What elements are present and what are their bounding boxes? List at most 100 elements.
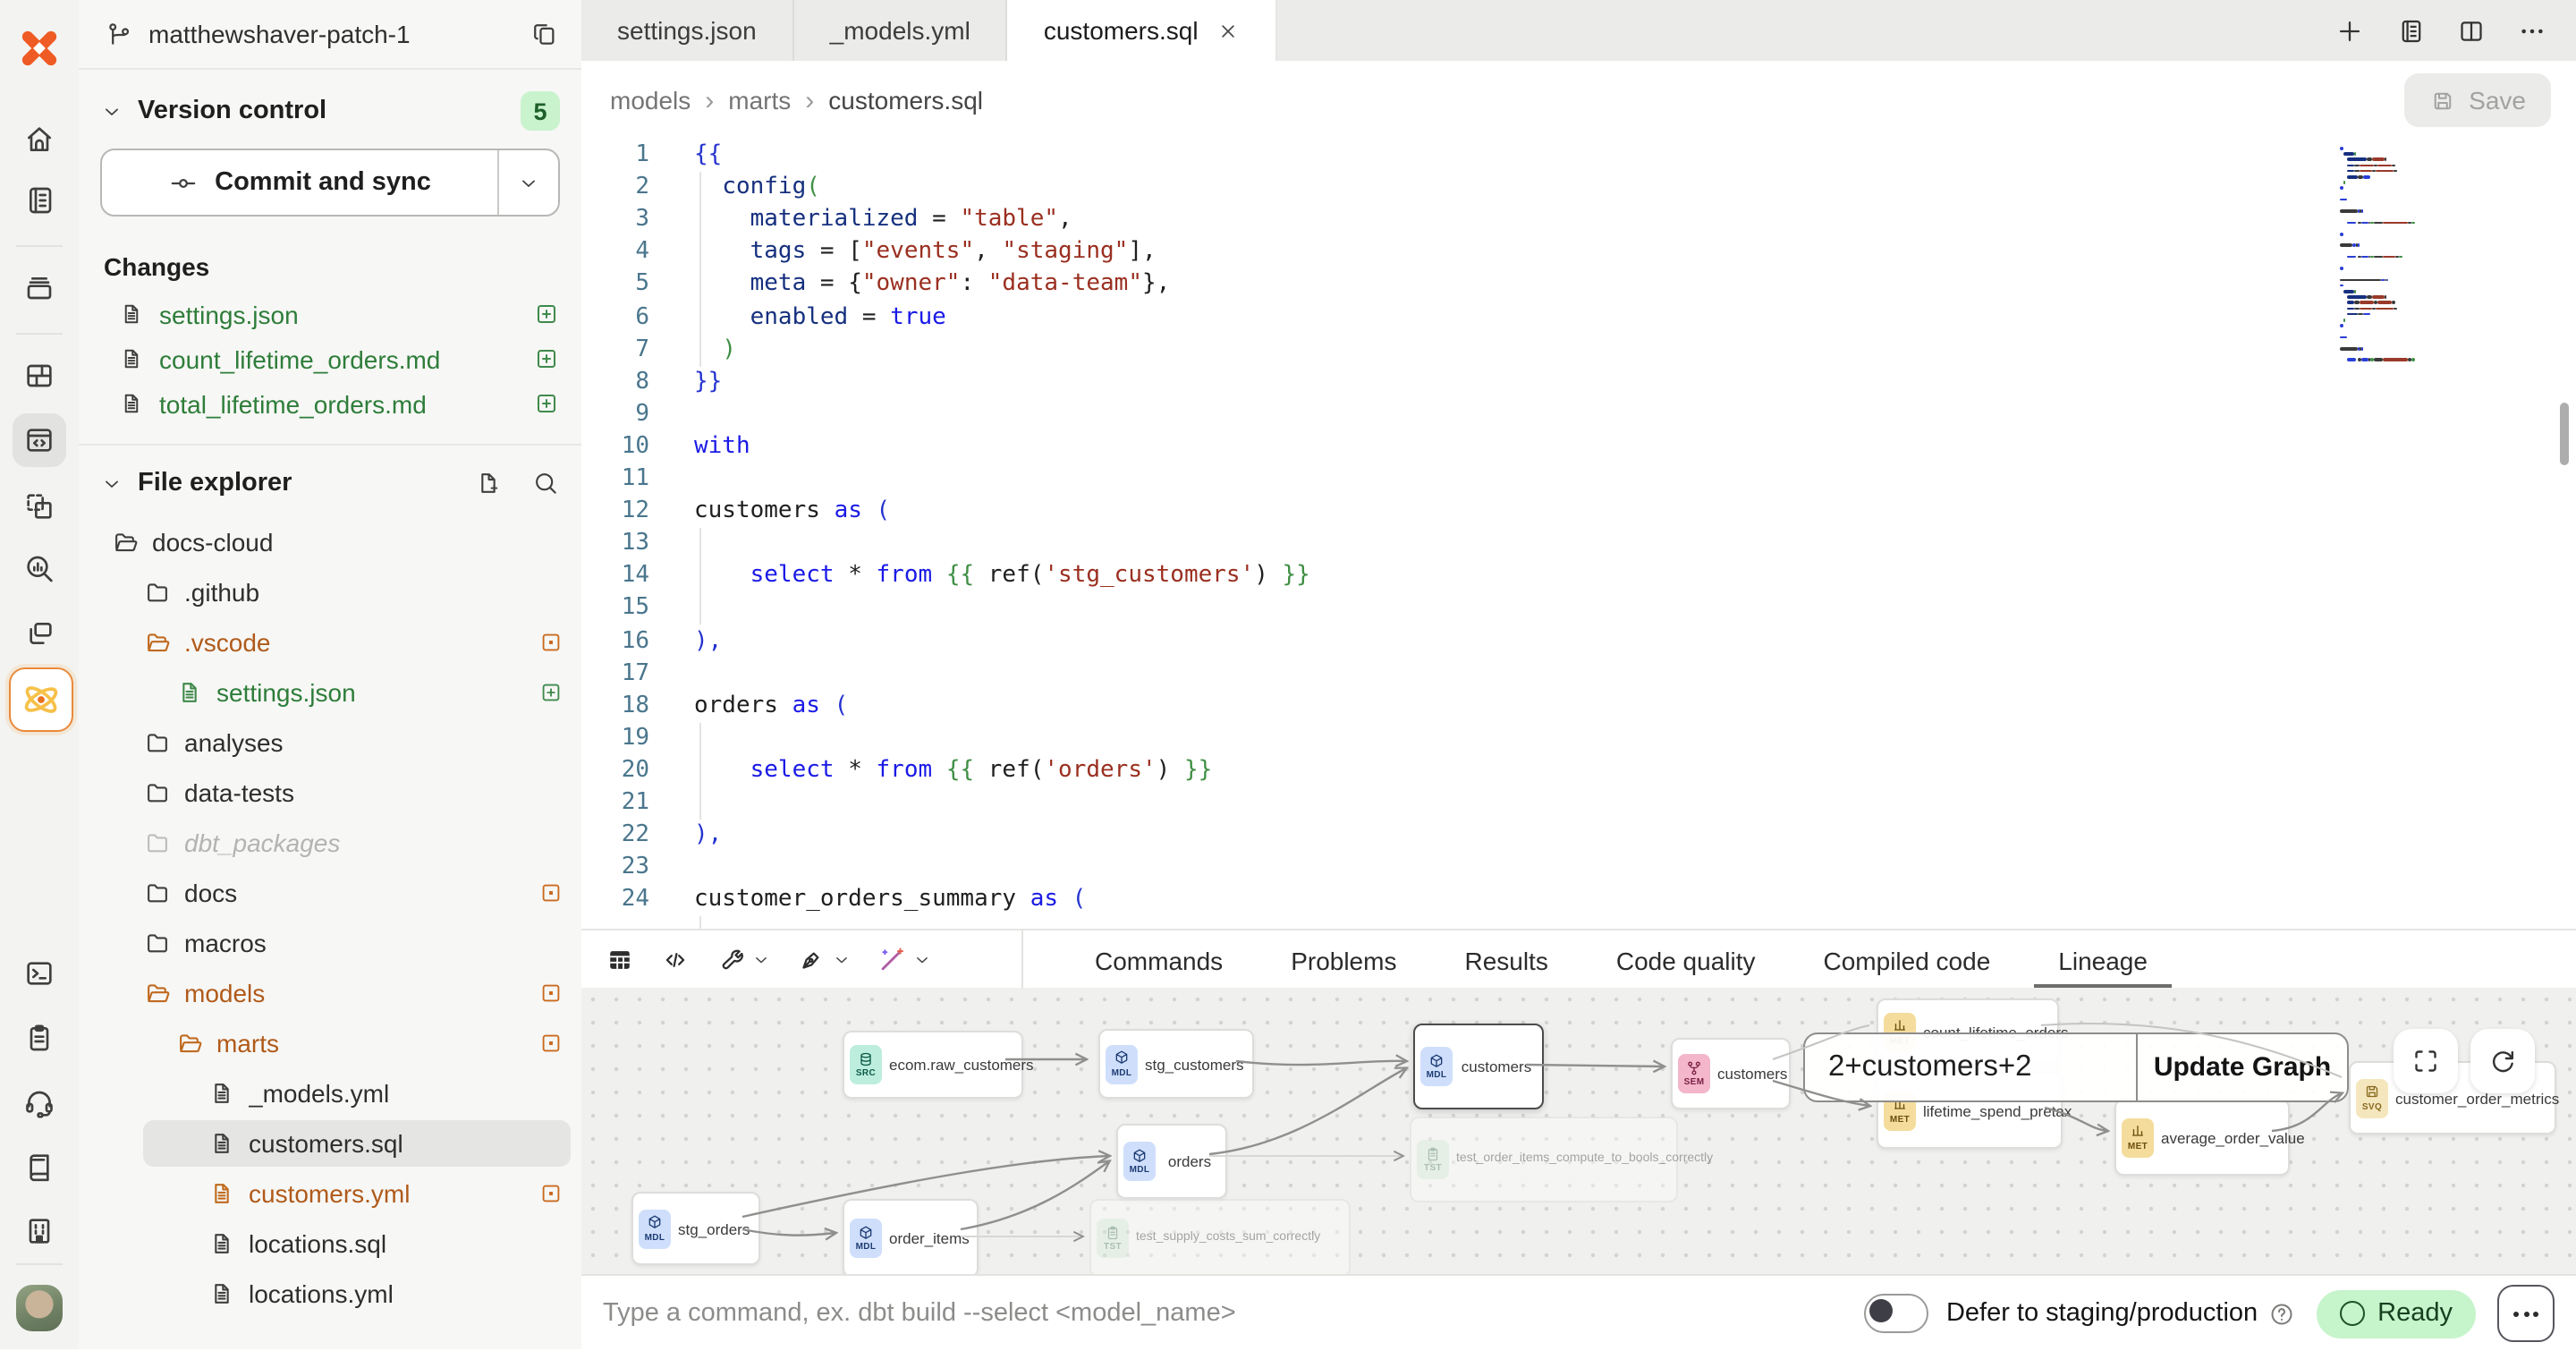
- change-item[interactable]: count_lifetime_orders.md: [79, 336, 581, 381]
- copy-icon[interactable]: [530, 19, 560, 49]
- tree-item-macros[interactable]: macros: [79, 918, 581, 968]
- new-file-icon[interactable]: [474, 469, 503, 497]
- lineage-node-test-supply-costs[interactable]: TSTtest_supply_costs_sum_correctly: [1089, 1199, 1351, 1274]
- node-label: customers: [1460, 1058, 1533, 1075]
- build-tool[interactable]: [716, 945, 771, 975]
- code-editor[interactable]: 1{{2 config(3 materialized = "table",4 t…: [581, 140, 2576, 929]
- close-icon[interactable]: [1216, 19, 1240, 42]
- lineage-node-order-items[interactable]: MDLorder_items: [843, 1199, 979, 1274]
- lineage-refresh-button[interactable]: [2470, 1029, 2535, 1093]
- version-control-header[interactable]: Version control 5: [79, 84, 581, 138]
- command-input[interactable]: Type a command, ex. dbt build --select <…: [603, 1299, 1864, 1328]
- panel-tab-problems[interactable]: Problems: [1291, 930, 1396, 990]
- lineage-node-stg-orders[interactable]: MDLstg_orders: [631, 1192, 760, 1265]
- breadcrumb-segment[interactable]: models: [610, 86, 691, 115]
- rail-item-archive[interactable]: [21, 270, 57, 306]
- ready-label: Ready: [2377, 1299, 2453, 1328]
- tree-item-customers.sql[interactable]: customers.sql: [79, 1118, 581, 1168]
- rail-item-terminal[interactable]: [21, 956, 57, 991]
- modified-badge-icon[interactable]: [538, 630, 564, 655]
- tree-item-locations.sql[interactable]: locations.sql: [79, 1219, 581, 1269]
- panel-tab-compiled-code[interactable]: Compiled code: [1824, 930, 1991, 990]
- rail-item-fusion[interactable]: [9, 667, 70, 728]
- tree-item-_models.yml[interactable]: _models.yml: [79, 1068, 581, 1118]
- tree-item-marts[interactable]: marts: [79, 1018, 581, 1068]
- tree-item-settings.json[interactable]: settings.json: [79, 667, 581, 718]
- tab-_models.yml[interactable]: _models.yml: [794, 0, 1008, 61]
- tab-settings.json[interactable]: settings.json: [581, 0, 794, 61]
- tree-item-locations.yml[interactable]: locations.yml: [79, 1269, 581, 1319]
- search-icon[interactable]: [531, 469, 560, 497]
- commit-and-sync-button[interactable]: Commit and sync: [100, 149, 560, 217]
- tree-item-.github[interactable]: .github: [79, 567, 581, 617]
- tree-item-dbt_packages[interactable]: dbt_packages: [79, 818, 581, 868]
- lint-tool[interactable]: [796, 945, 852, 975]
- lineage-node-ecom-raw-customers[interactable]: SRCecom.raw_customers: [843, 1031, 1023, 1099]
- help-icon[interactable]: [2268, 1300, 2295, 1327]
- branch-row[interactable]: matthewshaver-patch-1: [79, 0, 581, 70]
- rail-item-dashboard[interactable]: [21, 358, 57, 394]
- file-explorer-header[interactable]: File explorer: [79, 456, 581, 510]
- rail-item-organization[interactable]: [21, 1213, 57, 1249]
- panel-tab-code-quality[interactable]: Code quality: [1616, 930, 1756, 990]
- lineage-selector-input[interactable]: 2+customers+2: [1805, 1034, 2136, 1100]
- tree-item-models[interactable]: models: [79, 968, 581, 1018]
- lineage-node-average-order-value[interactable]: METaverage_order_value: [2114, 1099, 2290, 1176]
- stage-plus-icon[interactable]: [533, 390, 560, 417]
- breadcrumb-segment[interactable]: marts: [728, 86, 791, 115]
- change-item[interactable]: settings.json: [79, 292, 581, 336]
- split-editor-icon[interactable]: [2456, 15, 2487, 46]
- tree-item-docs[interactable]: docs: [79, 868, 581, 918]
- stage-plus-icon[interactable]: [533, 301, 560, 327]
- results-table-icon[interactable]: [605, 945, 635, 975]
- breadcrumb-segment[interactable]: customers.sql: [828, 86, 983, 115]
- lineage-node-orders[interactable]: MDLorders: [1116, 1124, 1227, 1199]
- rail-item-docs[interactable]: [21, 1149, 57, 1185]
- more-options-button[interactable]: [2497, 1285, 2555, 1342]
- panel-tab-commands[interactable]: Commands: [1095, 930, 1223, 990]
- update-graph-button[interactable]: Update Graph: [2136, 1034, 2347, 1100]
- tree-item-analyses[interactable]: analyses: [79, 718, 581, 768]
- rail-item-windows[interactable]: [21, 616, 57, 651]
- defer-toggle[interactable]: [1864, 1294, 1928, 1333]
- tab-overflow-icon[interactable]: [2517, 15, 2547, 46]
- modified-badge-icon[interactable]: [538, 1181, 564, 1206]
- tree-item-customers.yml[interactable]: customers.yml: [79, 1168, 581, 1219]
- avatar[interactable]: [16, 1285, 63, 1331]
- lineage-node-test-order-items[interactable]: TSTtest_order_items_compute_to_bools_cor…: [1410, 1117, 1678, 1202]
- lineage-node-stg-customers[interactable]: MDLstg_customers: [1098, 1029, 1254, 1099]
- lineage-canvas[interactable]: 2+customers+2 Update Graph SRCecom.raw_c…: [581, 988, 2576, 1274]
- lineage-fullscreen-button[interactable]: [2394, 1029, 2458, 1093]
- tree-item-docs-cloud[interactable]: docs-cloud: [79, 517, 581, 567]
- rail-item-dbt-logo[interactable]: [16, 25, 63, 72]
- rail-item-ide[interactable]: [13, 413, 66, 467]
- file-list-icon[interactable]: [2395, 15, 2426, 46]
- lineage-node-customers[interactable]: MDLcustomers: [1413, 1024, 1544, 1109]
- added-badge-icon[interactable]: [538, 680, 564, 705]
- modified-badge-icon[interactable]: [538, 981, 564, 1006]
- stage-plus-icon[interactable]: [533, 345, 560, 372]
- commit-options-button[interactable]: [499, 150, 558, 215]
- ai-assist-tool[interactable]: [877, 945, 932, 975]
- rail-item-notebook[interactable]: [21, 183, 57, 218]
- rail-item-insights[interactable]: [21, 551, 57, 587]
- defer-label: Defer to staging/production: [1946, 1299, 2258, 1328]
- sql-code-icon[interactable]: [660, 945, 691, 975]
- save-button[interactable]: Save: [2404, 73, 2551, 127]
- rail-item-home[interactable]: [21, 122, 57, 157]
- rail-item-canvas[interactable]: [21, 489, 57, 524]
- rail-item-support[interactable]: [21, 1084, 57, 1120]
- lineage-node-sem-customers[interactable]: SEMcustomers: [1671, 1038, 1791, 1109]
- panel-tab-results[interactable]: Results: [1464, 930, 1547, 990]
- tree-item-.vscode[interactable]: .vscode: [79, 617, 581, 667]
- change-item[interactable]: total_lifetime_orders.md: [79, 381, 581, 426]
- modified-badge-icon[interactable]: [538, 880, 564, 905]
- tab-customers.sql[interactable]: customers.sql: [1008, 0, 1277, 61]
- new-tab-icon[interactable]: [2334, 15, 2365, 46]
- rail-item-tasks[interactable]: [21, 1020, 57, 1056]
- code-line: 12customers as (: [581, 496, 2576, 528]
- panel-tab-lineage[interactable]: Lineage: [2058, 930, 2148, 990]
- modified-badge-icon[interactable]: [538, 1031, 564, 1056]
- tree-item-data-tests[interactable]: data-tests: [79, 768, 581, 818]
- version-control-title: Version control: [138, 97, 510, 125]
